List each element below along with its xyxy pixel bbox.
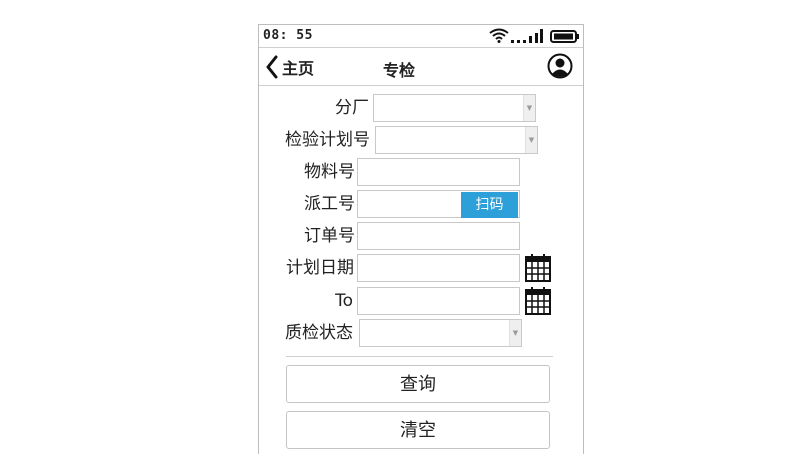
branch-label: 分厂 <box>335 98 369 118</box>
branch-select[interactable]: ▼ <box>373 94 536 122</box>
qc-status-row: 质检状态 ▼ <box>259 318 583 348</box>
calendar-icon[interactable] <box>525 254 551 282</box>
order-row: 订单号 <box>259 221 583 251</box>
material-label: 物料号 <box>304 162 355 182</box>
back-button[interactable]: 主页 <box>265 54 314 80</box>
battery-icon <box>550 30 579 43</box>
divider <box>286 356 553 357</box>
qc-status-label: 质检状态 <box>285 323 353 343</box>
order-label: 订单号 <box>304 226 355 246</box>
branch-row: 分厂 ▼ <box>259 93 583 123</box>
to-date-input[interactable] <box>357 287 520 315</box>
plan-date-input[interactable] <box>357 254 520 282</box>
plan-date-label: 计划日期 <box>286 258 354 278</box>
material-input[interactable] <box>357 158 520 186</box>
wifi-icon <box>489 28 509 43</box>
chevron-left-icon <box>266 55 278 79</box>
dispatch-row: 派工号 扫码 <box>259 189 583 219</box>
dropdown-arrow-icon: ▼ <box>526 104 533 112</box>
dispatch-label: 派工号 <box>304 194 355 214</box>
scan-button[interactable]: 扫码 <box>461 192 518 218</box>
status-time: 08: 55 <box>263 28 313 43</box>
material-row: 物料号 <box>259 157 583 187</box>
dropdown-arrow-icon: ▼ <box>528 136 535 144</box>
back-label: 主页 <box>282 59 315 78</box>
to-label: To <box>335 291 353 311</box>
order-input[interactable] <box>357 222 520 250</box>
inspection-plan-label: 检验计划号 <box>285 130 370 150</box>
query-button[interactable]: 查询 <box>286 365 550 403</box>
phone-frame: 08: 55 主页 专检 分厂 ▼ 检验计划号 ▼ 物料号 派工号 扫码 订单号… <box>258 24 584 454</box>
qc-status-select[interactable]: ▼ <box>359 319 522 347</box>
signal-icon <box>511 29 543 43</box>
nav-bar: 主页 专检 <box>259 48 583 86</box>
to-date-row: To <box>259 286 583 316</box>
plan-date-row: 计划日期 <box>259 253 583 283</box>
status-bar: 08: 55 <box>259 25 583 48</box>
inspection-plan-row: 检验计划号 ▼ <box>259 125 583 155</box>
page-title: 专检 <box>383 61 416 80</box>
calendar-icon[interactable] <box>525 287 551 315</box>
inspection-plan-select[interactable]: ▼ <box>375 126 538 154</box>
clear-button[interactable]: 清空 <box>286 411 550 449</box>
user-icon[interactable] <box>547 53 573 79</box>
dropdown-arrow-icon: ▼ <box>512 329 519 337</box>
